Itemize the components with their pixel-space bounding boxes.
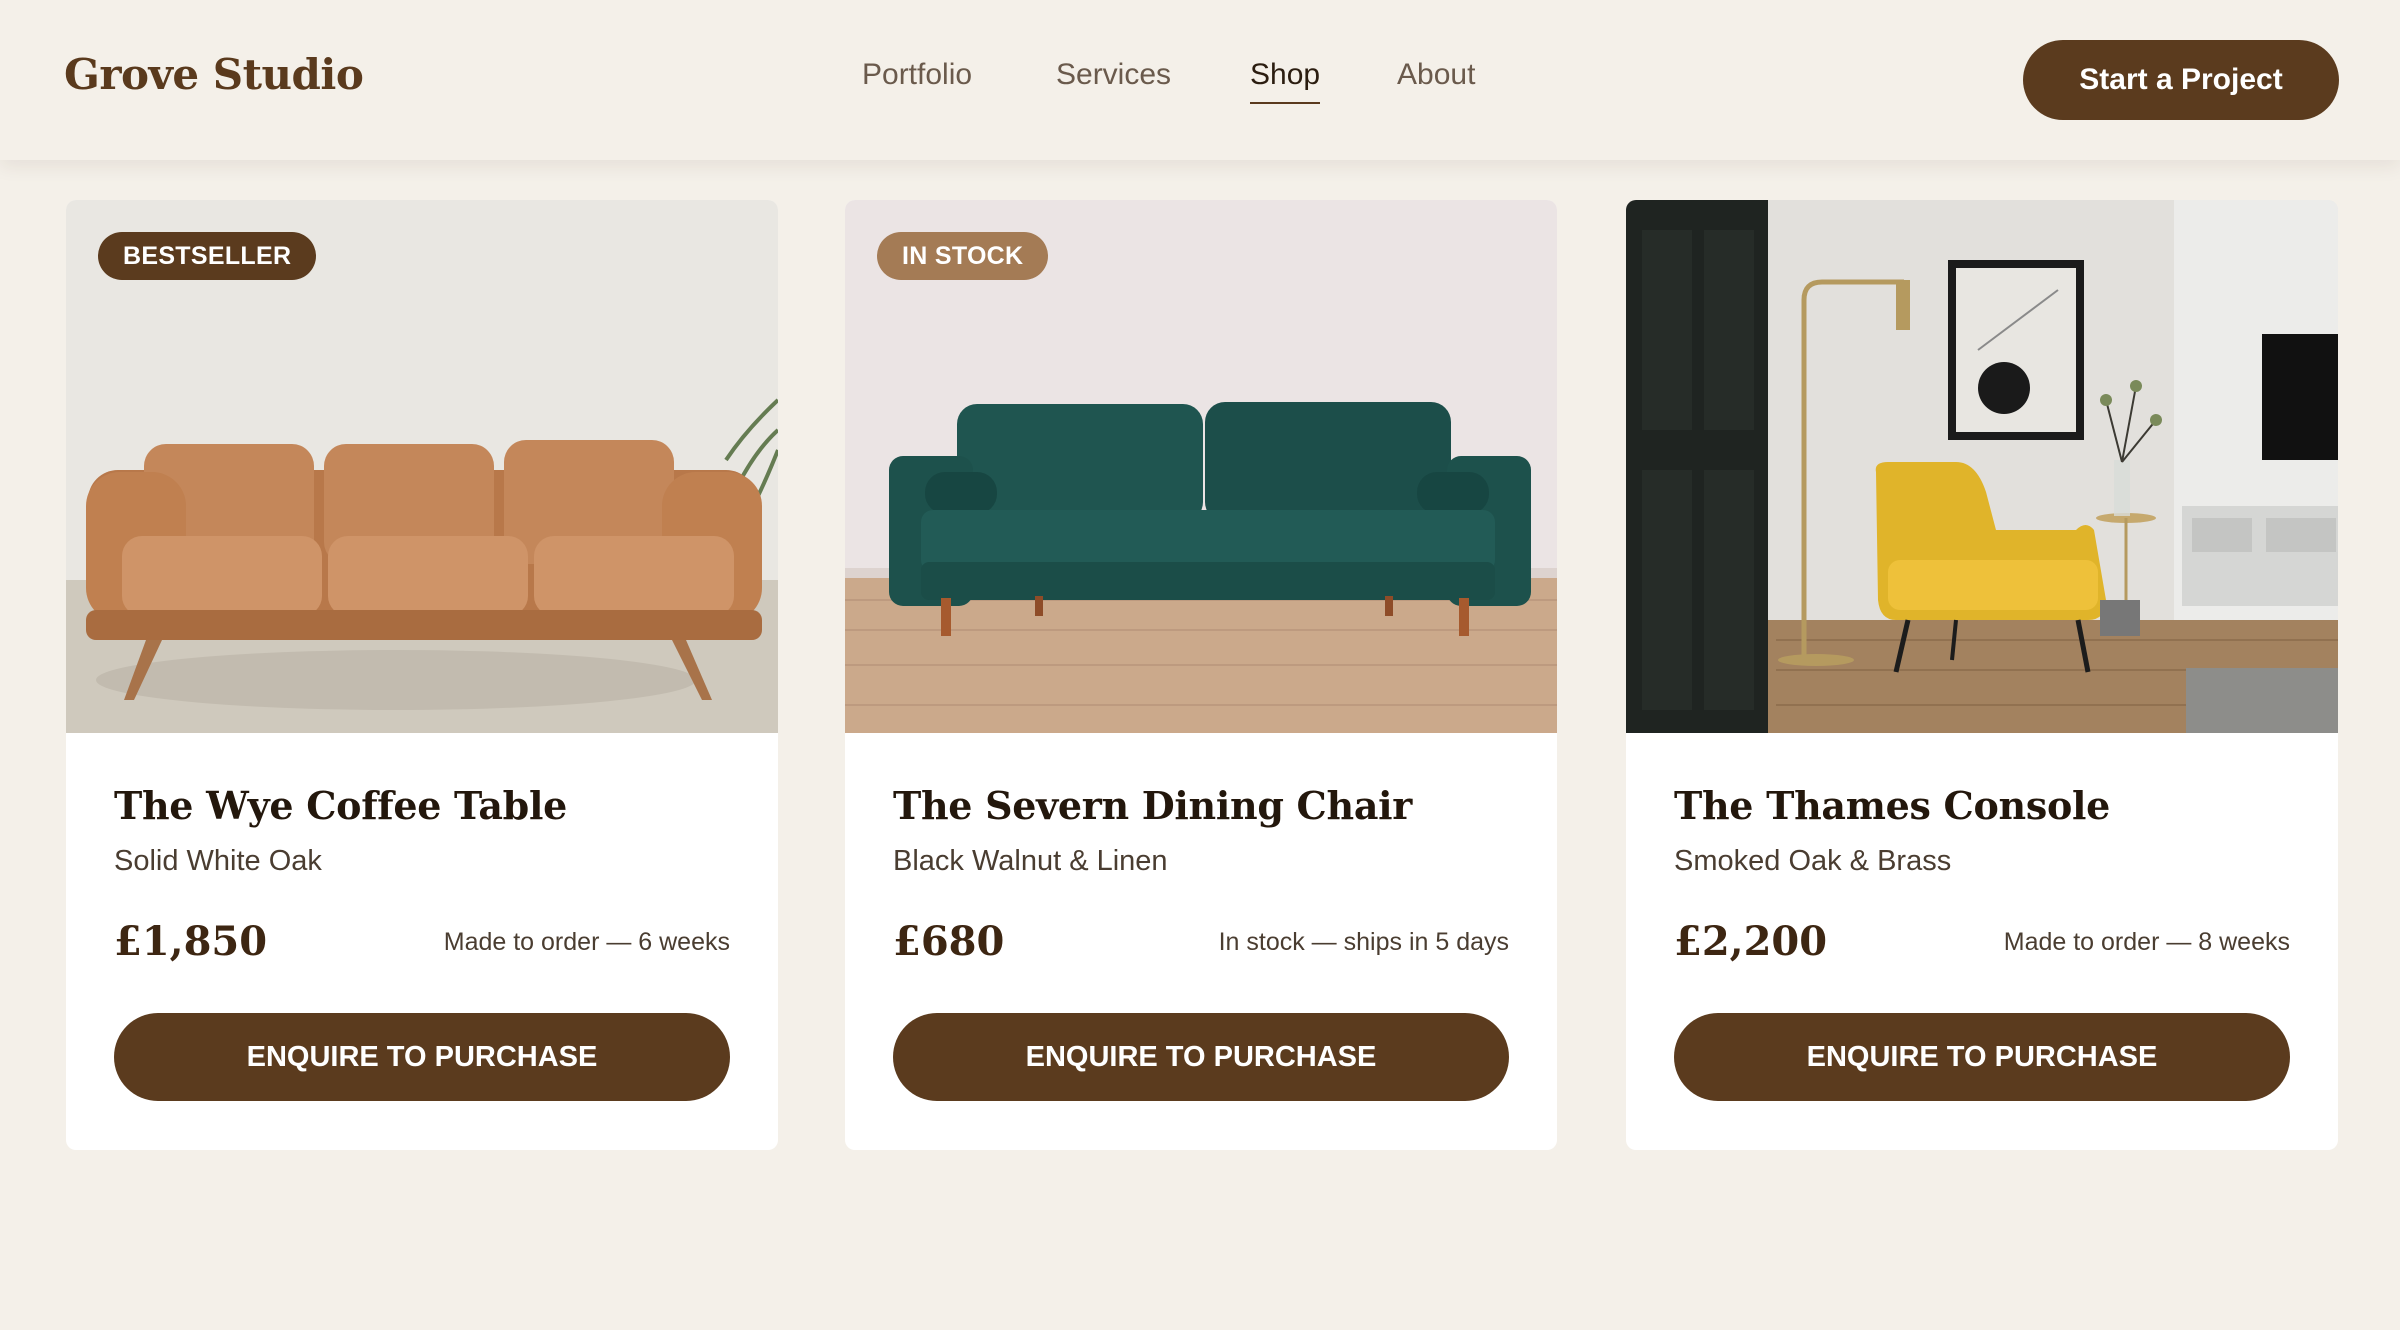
product-title[interactable]: The Thames Console bbox=[1674, 783, 2110, 828]
status-badge: IN STOCK bbox=[877, 232, 1049, 280]
product-card: The Thames Console Smoked Oak & Brass £2… bbox=[1626, 200, 2338, 1150]
status-badge: BESTSELLER bbox=[98, 232, 317, 280]
product-price: £1,850 bbox=[114, 918, 268, 965]
enquire-button[interactable]: ENQUIRE TO PURCHASE bbox=[1674, 1013, 2290, 1101]
nav-shop[interactable]: Shop bbox=[1250, 58, 1321, 104]
product-material: Smoked Oak & Brass bbox=[1674, 845, 1952, 877]
product-card: BESTSELLER The Wye Coffee Table Solid Wh… bbox=[66, 200, 778, 1150]
product-price: £680 bbox=[893, 918, 1005, 965]
product-material: Solid White Oak bbox=[114, 845, 322, 877]
start-project-button[interactable]: Start a Project bbox=[2023, 40, 2339, 120]
nav-about[interactable]: About bbox=[1397, 58, 1475, 92]
site-header: Grove Studio Portfolio Services Shop Abo… bbox=[0, 0, 2400, 160]
product-image-yellow-armchair[interactable] bbox=[1626, 200, 2338, 733]
product-material: Black Walnut & Linen bbox=[893, 845, 1168, 877]
product-lead-time: Made to order — 6 weeks bbox=[443, 928, 730, 956]
product-price: £2,200 bbox=[1674, 918, 1828, 965]
product-title[interactable]: The Severn Dining Chair bbox=[893, 783, 1412, 828]
product-card: IN STOCK The Severn Dining Chair Black W… bbox=[845, 200, 1557, 1150]
nav-services[interactable]: Services bbox=[1056, 58, 1171, 92]
product-title[interactable]: The Wye Coffee Table bbox=[114, 783, 567, 828]
enquire-button[interactable]: ENQUIRE TO PURCHASE bbox=[893, 1013, 1509, 1101]
product-lead-time: In stock — ships in 5 days bbox=[1218, 928, 1509, 956]
enquire-button[interactable]: ENQUIRE TO PURCHASE bbox=[114, 1013, 730, 1101]
product-lead-time: Made to order — 8 weeks bbox=[2003, 928, 2290, 956]
nav-portfolio[interactable]: Portfolio bbox=[862, 58, 972, 92]
